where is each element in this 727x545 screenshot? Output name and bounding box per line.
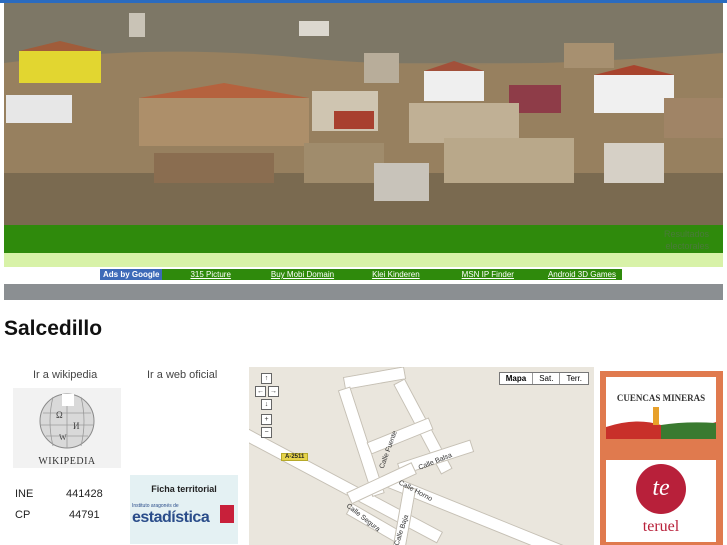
electoral-results-link[interactable]: Resultados electorales (649, 228, 709, 252)
light-green-bar (4, 253, 723, 267)
gray-divider-bar (4, 284, 723, 300)
pan-up-icon[interactable]: ↑ (261, 373, 272, 384)
ad-link[interactable]: Buy Mobi Domain (271, 269, 334, 280)
ine-label: INE (15, 488, 34, 500)
village-banner-image (4, 3, 723, 225)
stats-logo-icon (220, 505, 234, 523)
ads-link-bar: Ads by Google 315 Picture Buy Mobi Domai… (100, 269, 622, 280)
terrain-tab[interactable]: Terr. (559, 373, 588, 384)
zoom-in-icon[interactable]: + (261, 414, 272, 425)
pan-down-icon[interactable]: ↓ (261, 399, 272, 410)
teruel-logo-icon: te (636, 464, 686, 514)
svg-text:Ω: Ω (56, 410, 63, 420)
teruel-wordmark: teruel (642, 518, 680, 535)
ads-by-google-label[interactable]: Ads by Google (100, 269, 163, 280)
mining-landscape-icon (606, 407, 716, 439)
location-map[interactable]: ↑ ← → ↓ + − Mapa Sat. Terr. A-2511 Calle… (249, 367, 594, 545)
ad-link[interactable]: 315 Picture (190, 269, 230, 280)
svg-text:И: И (73, 421, 80, 431)
zoom-out-icon[interactable]: − (261, 427, 272, 438)
pan-right-icon[interactable]: → (268, 386, 279, 397)
green-nav-bar: Resultados electorales (4, 225, 723, 253)
side-ads-panel: CUENCAS MINERAS te teruel (600, 371, 723, 545)
wikipedia-logo[interactable]: Ω И W WIKIPEDIA (13, 388, 121, 468)
page-title: Salcedillo (4, 317, 103, 340)
ficha-brand: estadística (132, 509, 210, 526)
ficha-title: Ficha territorial (151, 484, 217, 494)
cp-label: CP (15, 509, 31, 521)
cuencas-mineras-ad[interactable]: CUENCAS MINERAS (606, 377, 716, 439)
ine-value: 441428 (66, 488, 103, 500)
cp-value: 44791 (69, 509, 100, 521)
svg-text:W: W (59, 433, 67, 442)
official-site-link[interactable]: Ir a web oficial (147, 369, 217, 381)
map-type-tabs: Mapa Sat. Terr. (498, 372, 589, 385)
pan-left-icon[interactable]: ← (255, 386, 266, 397)
ad-link[interactable]: MSN IP Finder (462, 269, 514, 280)
teruel-ad[interactable]: te teruel (606, 460, 716, 542)
ad-link[interactable]: Klei Kinderen (372, 269, 420, 280)
map-tab[interactable]: Mapa (500, 373, 532, 384)
satellite-tab[interactable]: Sat. (532, 373, 559, 384)
wikipedia-link[interactable]: Ir a wikipedia (33, 369, 97, 381)
ad-link[interactable]: Android 3D Games (548, 269, 616, 280)
ficha-territorial-badge[interactable]: Ficha territorial Instituto aragonés de … (130, 475, 238, 544)
banner-illustration (4, 3, 723, 225)
wikipedia-wordmark: WIKIPEDIA (38, 456, 96, 467)
road-label: A-2511 (281, 453, 309, 461)
wikipedia-globe-icon: Ω И W (39, 393, 95, 449)
